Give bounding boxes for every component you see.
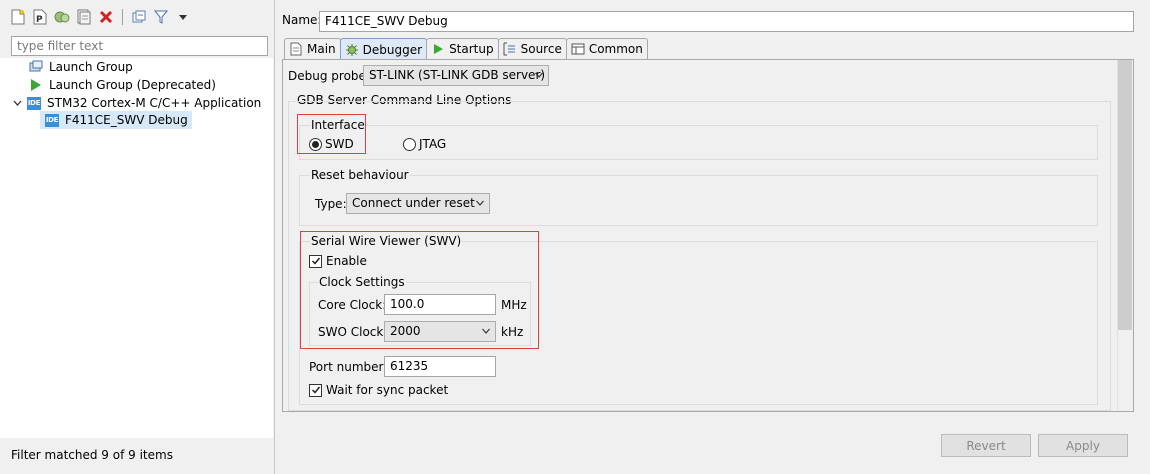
reset-type-select[interactable]: Connect under reset <box>346 193 490 214</box>
tree-item-f411ce-swv-debug[interactable]: IDE F411CE_SWV Debug <box>40 111 192 129</box>
tab-startup[interactable]: Startup <box>426 38 499 59</box>
debug-probe-select[interactable]: ST-LINK (ST-LINK GDB server) <box>363 65 549 86</box>
interface-highlight <box>297 114 366 154</box>
ide-icon: IDE <box>44 112 60 128</box>
tab-main[interactable]: Main <box>284 38 341 59</box>
chevron-down-icon <box>476 200 484 206</box>
tab-label: Debugger <box>362 42 423 57</box>
tab-label: Common <box>588 42 643 56</box>
chevron-down-icon[interactable] <box>12 95 22 111</box>
check-icon[interactable] <box>309 383 322 397</box>
chevron-down-icon <box>535 72 543 78</box>
launch-group-icon <box>28 59 44 75</box>
main-tab-icon <box>289 42 303 56</box>
wait-sync-label: Wait for sync packet <box>326 383 449 397</box>
filter-icon[interactable] <box>151 7 171 27</box>
tab-label: Main <box>307 42 336 56</box>
filter-input[interactable]: type filter text <box>11 36 268 56</box>
config-tabs: Main Debugger Startup Source Common <box>284 38 648 60</box>
swv-highlight <box>300 231 539 349</box>
tab-common[interactable]: Common <box>565 38 648 59</box>
jtag-radio[interactable]: JTAG <box>403 137 446 151</box>
export-icon[interactable] <box>74 7 94 27</box>
tab-debugger[interactable]: Debugger <box>339 38 428 60</box>
svg-text:P: P <box>36 15 43 25</box>
delete-icon[interactable] <box>96 7 116 27</box>
jtag-radio-button[interactable] <box>403 137 416 151</box>
debug-probe-value: ST-LINK (ST-LINK GDB server) <box>369 68 546 82</box>
tree-item-launch-group[interactable]: Launch Group <box>28 58 133 76</box>
tree-item-label: Launch Group <box>49 60 133 74</box>
source-tab-icon <box>503 42 517 56</box>
tree-item-launch-group-deprecated[interactable]: Launch Group (Deprecated) <box>28 76 216 94</box>
name-input[interactable]: F411CE_SWV Debug <box>319 11 1134 32</box>
duplicate-icon[interactable] <box>52 7 72 27</box>
tree-item-label: F411CE_SWV Debug <box>65 113 188 127</box>
scrollbar-thumb[interactable] <box>1118 60 1132 330</box>
new-prototype-icon[interactable]: P <box>30 7 50 27</box>
port-number-input[interactable]: 61235 <box>384 356 496 377</box>
wait-sync-checkbox[interactable]: Wait for sync packet <box>309 383 448 397</box>
left-toolbar: P <box>8 6 193 28</box>
reset-type-label: Type: <box>315 197 347 211</box>
port-number-label: Port number: <box>309 360 388 374</box>
launch-deprecated-icon <box>28 77 44 93</box>
configurations-panel: P type filter text Launch Group Launch G… <box>0 0 275 474</box>
tab-source[interactable]: Source <box>497 38 567 59</box>
tab-label: Source <box>520 42 562 56</box>
tree-item-label: Launch Group (Deprecated) <box>49 78 216 92</box>
common-tab-icon <box>571 42 585 56</box>
name-label: Name: <box>282 13 322 27</box>
revert-button[interactable]: Revert <box>941 434 1031 457</box>
jtag-label: JTAG <box>419 137 447 151</box>
reset-title: Reset behaviour <box>310 168 410 182</box>
debugger-tab-icon <box>345 43 359 57</box>
tree-item-label: STM32 Cortex-M C/C++ Application <box>47 96 262 110</box>
startup-tab-icon <box>431 42 445 56</box>
reset-type-value: Connect under reset <box>352 196 475 210</box>
collapse-all-icon[interactable] <box>129 7 149 27</box>
view-menu-icon[interactable] <box>173 7 193 27</box>
tree-item-stm32-application[interactable]: IDE STM32 Cortex-M C/C++ Application <box>12 94 261 112</box>
toolbar-separator <box>122 9 123 25</box>
debug-probe-label: Debug probe <box>288 69 366 83</box>
config-tree: Launch Group Launch Group (Deprecated) I… <box>0 58 273 438</box>
tab-label: Startup <box>449 42 494 56</box>
apply-button[interactable]: Apply <box>1038 434 1128 457</box>
filter-status-text: Filter matched 9 of 9 items <box>11 448 173 462</box>
ide-icon: IDE <box>26 95 42 111</box>
new-config-icon[interactable] <box>8 7 28 27</box>
